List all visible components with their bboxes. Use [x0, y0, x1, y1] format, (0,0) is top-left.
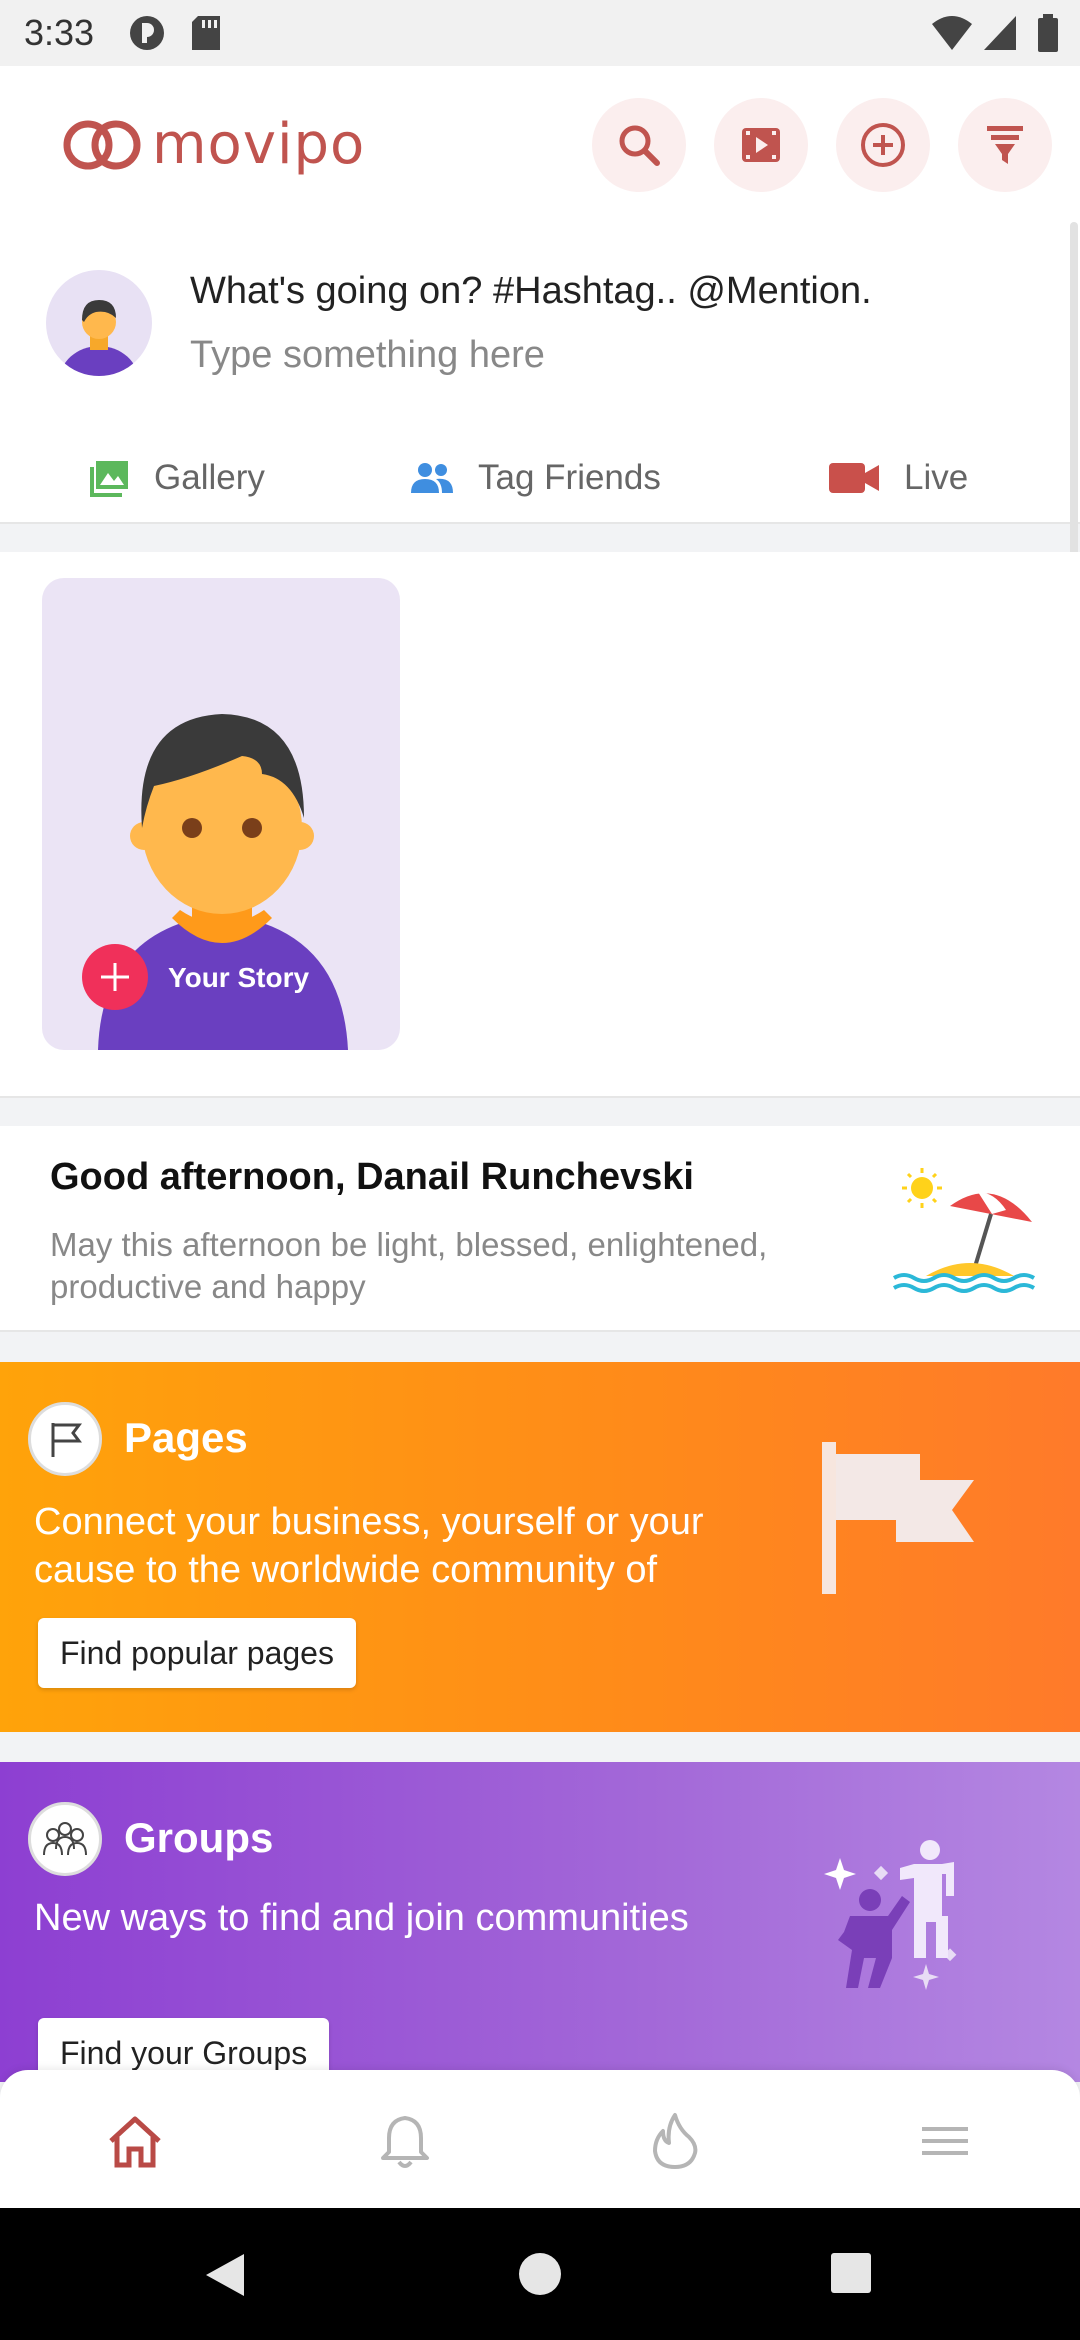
stories-section: Your Story: [0, 552, 1080, 1098]
composer-prompt[interactable]: What's going on? #Hashtag.. @Mention.: [190, 270, 872, 313]
app-notification-icon: [130, 16, 164, 50]
logo: movipo: [62, 112, 365, 177]
menu-icon: [922, 2127, 968, 2155]
nav-notifications[interactable]: [370, 2106, 440, 2176]
add-circle-icon: [861, 123, 905, 167]
recents-icon[interactable]: [830, 2252, 872, 2294]
signal-icon: [984, 16, 1016, 50]
search-icon: [619, 125, 660, 166]
wifi-icon: [932, 16, 972, 50]
videos-button[interactable]: [714, 98, 808, 192]
groups-text: New ways to find and join communities: [34, 1897, 689, 1939]
sd-card-icon: [192, 16, 220, 50]
user-avatar-icon: [59, 300, 139, 376]
flag-icon: [51, 1423, 82, 1457]
pages-text: Connect your business, yourself or your …: [34, 1501, 704, 1591]
tab-live-label: Live: [904, 458, 969, 497]
pages-promo: Pages Connect your business, yourself or…: [0, 1362, 1080, 1732]
tab-tag-friends-label: Tag Friends: [478, 458, 661, 497]
avatar[interactable]: [46, 270, 152, 376]
logo-icon: [63, 120, 141, 169]
add-story-button[interactable]: [82, 944, 148, 1010]
flag-illustration: [822, 1442, 974, 1594]
tab-gallery-label: Gallery: [154, 458, 265, 497]
nav-home[interactable]: [100, 2106, 170, 2176]
home-circle-icon[interactable]: [518, 2252, 562, 2296]
tab-live[interactable]: Live: [828, 450, 968, 506]
gallery-icon: [90, 461, 128, 497]
your-story-card[interactable]: Your Story: [42, 578, 400, 1050]
video-icon: [742, 128, 780, 162]
videocam-icon: [829, 463, 879, 493]
plus-icon: [101, 963, 129, 991]
app-header: movipo: [0, 66, 1080, 218]
nav-trending[interactable]: [640, 2106, 710, 2176]
filter-button[interactable]: [958, 98, 1052, 192]
groups-promo: Groups New ways to find and join communi…: [0, 1762, 1080, 2082]
battery-icon: [1038, 14, 1058, 52]
logo-text: movipo: [152, 112, 366, 177]
status-bar: 3:33: [0, 0, 1080, 66]
find-popular-pages-button[interactable]: Find popular pages: [38, 1618, 356, 1688]
beach-umbrella-icon: [892, 1168, 1036, 1293]
status-time: 3:33: [24, 12, 95, 53]
home-icon: [109, 2116, 161, 2168]
greeting-subtitle: May this afternoon be light, blessed, en…: [50, 1226, 768, 1305]
filter-icon: [987, 126, 1023, 164]
search-button[interactable]: [592, 98, 686, 192]
post-composer: What's going on? #Hashtag.. @Mention. Ty…: [0, 218, 1080, 524]
create-button[interactable]: [836, 98, 930, 192]
tab-gallery[interactable]: Gallery: [90, 450, 265, 506]
pages-title: Pages: [124, 1414, 248, 1461]
back-icon[interactable]: [202, 2252, 248, 2298]
people-celebrate-illustration: [824, 1840, 957, 1990]
system-navigation-bar: [0, 2208, 1080, 2340]
pages-flag-icon-badge: [28, 1402, 102, 1476]
flame-icon: [653, 2113, 698, 2169]
people-icon: [411, 463, 453, 493]
group-icon: [43, 1822, 87, 1856]
greeting-card: Good afternoon, Danail Runchevski May th…: [0, 1126, 1080, 1332]
tab-tag-friends[interactable]: Tag Friends: [410, 450, 661, 506]
nav-menu[interactable]: [910, 2106, 980, 2176]
groups-icon-badge: [28, 1802, 102, 1876]
bell-icon: [381, 2116, 429, 2168]
groups-title: Groups: [124, 1814, 274, 1861]
greeting-title: Good afternoon, Danail Runchevski: [50, 1156, 694, 1198]
composer-placeholder[interactable]: Type something here: [190, 334, 545, 377]
your-story-label: Your Story: [168, 962, 310, 993]
bottom-navigation: [0, 2070, 1080, 2208]
